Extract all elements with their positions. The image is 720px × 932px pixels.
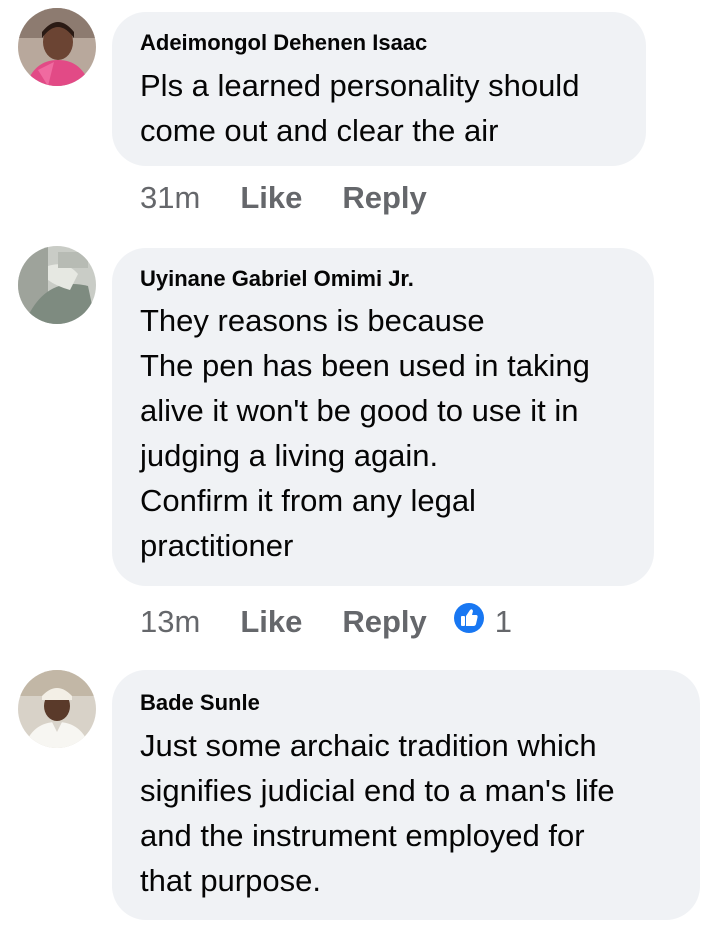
comment-actions: 31m Like Reply (140, 180, 467, 216)
comment-author[interactable]: Adeimongol Dehenen Isaac (140, 30, 427, 56)
comment-author[interactable]: Uyinane Gabriel Omimi Jr. (140, 266, 414, 292)
comment-actions: 13m Like Reply 1 (140, 602, 512, 642)
comment-text: Just some archaic tradition which signif… (140, 728, 615, 898)
reply-button[interactable]: Reply (342, 604, 426, 640)
comment-bubble: Bade Sunle Just some archaic tradition w… (112, 670, 700, 920)
like-button[interactable]: Like (240, 180, 302, 216)
like-button[interactable]: Like (240, 604, 302, 640)
comment-time[interactable]: 13m (140, 604, 200, 640)
comment-time[interactable]: 31m (140, 180, 200, 216)
comment-bubble: Uyinane Gabriel Omimi Jr. They reasons i… (112, 248, 654, 586)
comment-avatar[interactable] (18, 670, 96, 748)
comment-avatar[interactable] (18, 8, 96, 86)
comment-bubble: Adeimongol Dehenen Isaac Pls a learned p… (112, 12, 646, 166)
thumbs-up-icon (453, 602, 485, 642)
reaction-summary[interactable]: 1 (453, 602, 512, 642)
reaction-count: 1 (494, 604, 513, 639)
comment-author[interactable]: Bade Sunle (140, 690, 260, 716)
reply-button[interactable]: Reply (342, 180, 426, 216)
comment-text: They reasons is because The pen has been… (140, 303, 590, 563)
comment-text: Pls a learned personality should come ou… (140, 68, 580, 148)
comment-avatar[interactable] (18, 246, 96, 324)
